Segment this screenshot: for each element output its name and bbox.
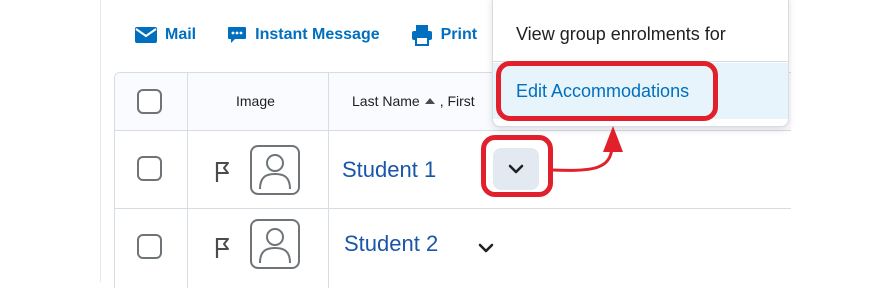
page-left-border	[100, 0, 101, 282]
mail-label: Mail	[165, 26, 197, 43]
chevron-down-icon	[508, 164, 524, 174]
menu-item-view-group-enrolments[interactable]: View group enrolments for	[493, 7, 788, 62]
column-header-image: Image	[236, 93, 275, 109]
row-checkbox[interactable]	[137, 156, 162, 181]
toolbar: Mail Instant Message Print	[135, 22, 508, 48]
print-button[interactable]: Print	[411, 24, 477, 46]
flag-icon[interactable]	[215, 161, 231, 183]
chevron-down-icon	[478, 243, 494, 253]
instant-message-button[interactable]: Instant Message	[227, 25, 380, 45]
last-name-sort-link[interactable]: Last Name	[352, 93, 420, 109]
avatar	[250, 219, 300, 269]
user-placeholder-icon	[259, 154, 291, 190]
chat-bubble-icon	[228, 27, 247, 43]
first-name-sort-link[interactable]: , First	[440, 93, 475, 109]
column-header-name[interactable]: Last Name , First	[352, 93, 475, 109]
user-placeholder-icon	[259, 228, 291, 264]
print-label: Print	[440, 26, 478, 43]
mail-button[interactable]: Mail	[135, 26, 196, 44]
avatar	[250, 145, 300, 195]
menu-item-edit-accommodations[interactable]: Edit Accommodations	[493, 63, 788, 119]
row-checkbox[interactable]	[137, 234, 162, 259]
row-actions-button[interactable]	[474, 236, 498, 260]
student-name-link[interactable]: Student 2	[344, 231, 438, 257]
select-all-checkbox[interactable]	[137, 89, 162, 114]
row-actions-menu: View group enrolments for Edit Accommoda…	[492, 0, 789, 127]
column-divider	[328, 73, 329, 288]
sort-ascending-icon	[424, 98, 435, 105]
row-actions-button[interactable]	[493, 148, 539, 190]
table-row: Student 2	[115, 209, 791, 288]
column-divider	[187, 73, 188, 288]
table-row: Student 1	[115, 131, 791, 209]
printer-icon	[411, 25, 432, 46]
mail-icon	[135, 27, 157, 43]
flag-icon[interactable]	[215, 237, 231, 259]
instant-message-label: Instant Message	[255, 26, 380, 43]
student-name-link[interactable]: Student 1	[342, 157, 436, 183]
